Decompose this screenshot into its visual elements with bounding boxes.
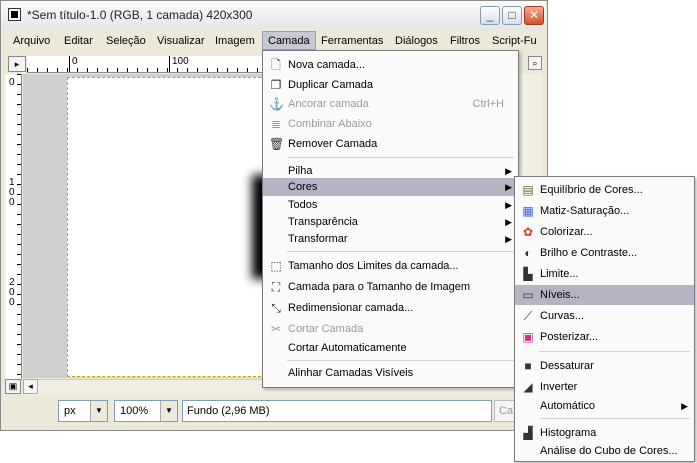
menu-dialogos[interactable]: Diálogos (395, 35, 438, 47)
menu-item-dessaturar[interactable]: ■ Dessaturar (515, 356, 694, 376)
layer-to-image-icon: ⛶ (271, 280, 281, 294)
menu-editar[interactable]: Editar (64, 35, 93, 47)
v-ruler-label-200: 200 (9, 277, 15, 308)
menu-separator (287, 157, 514, 158)
crop-icon: ✂ (270, 322, 282, 336)
menu-item-cortar-automaticamente[interactable]: Cortar Automaticamente (263, 338, 518, 358)
title-bar[interactable]: *Sem título-1.0 (RGB, 1 camada) 420x300 … (1, 1, 546, 30)
menu-item-transformar[interactable]: Transformar ▶ (263, 229, 518, 249)
colors-submenu: ▤ Equilíbrio de Cores... ▦ Matiz-Saturaç… (514, 176, 695, 462)
menu-item-alinhar-camadas[interactable]: Alinhar Camadas Visíveis (263, 363, 518, 383)
shortcut-label: Ctrl+H (472, 98, 504, 110)
menu-camada[interactable]: Camada (268, 35, 310, 47)
h-ruler-label-0: 0 (72, 56, 78, 67)
maximize-button[interactable]: □ (502, 6, 522, 25)
menu-item-combinar-abaixo[interactable]: ≣ Combinar Abaixo (263, 114, 518, 134)
threshold-icon: ▙ (523, 267, 533, 281)
menu-separator (539, 351, 690, 352)
menu-item-automatico[interactable]: Automático ▶ (515, 396, 694, 416)
menu-item-remover-camada[interactable]: 🗑 Remover Camada (263, 134, 518, 154)
status-info: Fundo (2,96 MB) (182, 400, 492, 422)
menu-item-tamanho-limites[interactable]: ⬚ Tamanho dos Limites da camada... (263, 256, 518, 276)
menu-item-curvas[interactable]: ⟋ Curvas... (515, 306, 694, 326)
menu-item-colorizar[interactable]: ✿ Colorizar... (515, 222, 694, 242)
submenu-arrow-icon: ▶ (505, 234, 512, 244)
minimize-button[interactable]: _ (480, 6, 500, 25)
app-icon[interactable] (8, 8, 21, 21)
menu-item-posterizar[interactable]: ▣ Posterizar... (515, 327, 694, 347)
layer-boundary-icon: ⬚ (270, 259, 282, 273)
zoom-value: 100% (120, 405, 149, 417)
curves-icon: ⟋ (523, 309, 533, 323)
submenu-arrow-icon: ▶ (505, 182, 512, 192)
menu-item-analise-cubo[interactable]: Análise do Cubo de Cores... (515, 441, 694, 461)
menu-selecao[interactable]: Seleção (106, 35, 146, 47)
menu-item-niveis[interactable]: ▭ Níveis... (515, 285, 694, 305)
menu-item-histograma[interactable]: ▟ Histograma (515, 423, 694, 443)
layer-menu: 🗋 Nova camada... ❐ Duplicar Camada ⚓ Anc… (262, 50, 519, 388)
unit-select[interactable]: px ▼ (58, 400, 108, 422)
brightness-contrast-icon: ◐ (524, 246, 532, 260)
h-ruler-label-100: 100 (172, 56, 189, 67)
levels-icon: ▭ (522, 288, 534, 302)
menu-item-limite[interactable]: ▙ Limite... (515, 264, 694, 284)
menu-visualizar[interactable]: Visualizar (157, 35, 205, 47)
posterize-icon: ▣ (522, 330, 534, 344)
menu-separator (539, 418, 690, 419)
histogram-icon: ▟ (523, 426, 533, 440)
menu-item-equilibrio-cores[interactable]: ▤ Equilíbrio de Cores... (515, 180, 694, 200)
menu-arquivo[interactable]: Arquivo (13, 35, 50, 47)
merge-down-icon: ≣ (270, 117, 282, 131)
new-layer-icon: 🗋 (271, 58, 281, 72)
menu-filtros[interactable]: Filtros (450, 35, 480, 47)
scroll-left-icon[interactable]: ◂ (23, 379, 38, 394)
color-balance-icon: ▤ (522, 183, 534, 197)
window-title: *Sem título-1.0 (RGB, 1 camada) 420x300 (27, 8, 253, 22)
chevron-down-icon[interactable]: ▼ (160, 401, 177, 421)
chevron-down-icon[interactable]: ▼ (90, 401, 107, 421)
menu-item-brilho-contraste[interactable]: ◐ Brilho e Contraste... (515, 243, 694, 263)
trash-icon: 🗑 (269, 137, 285, 151)
submenu-arrow-icon: ▶ (681, 401, 688, 411)
menu-separator (287, 251, 514, 252)
menu-imagem[interactable]: Imagem (215, 35, 255, 47)
menu-item-duplicar-camada[interactable]: ❐ Duplicar Camada (263, 75, 518, 95)
menu-item-camada-tamanho-imagem[interactable]: ⛶ Camada para o Tamanho de Imagem (263, 277, 518, 297)
menu-item-matiz-saturacao[interactable]: ▦ Matiz-Saturação... (515, 201, 694, 221)
close-button[interactable]: ✕ (524, 6, 544, 25)
menu-arrow-button[interactable]: ▸ (8, 56, 26, 72)
hue-saturation-icon: ▦ (522, 204, 534, 218)
zoom-select[interactable]: 100% ▼ (114, 400, 178, 422)
menu-item-inverter[interactable]: ◢ Inverter (515, 377, 694, 397)
menu-item-nova-camada[interactable]: 🗋 Nova camada... (263, 55, 518, 75)
anchor-icon: ⚓ (269, 97, 284, 111)
menu-item-cores[interactable]: Cores ▶ (263, 178, 518, 196)
vertical-ruler[interactable]: 0 100 200 (5, 74, 22, 379)
menu-item-ancorar-camada[interactable]: ⚓ Ancorar camada Ctrl+H (263, 94, 518, 114)
zoom-icon[interactable]: ⌕ (528, 56, 542, 70)
v-ruler-label-100: 100 (9, 177, 15, 208)
menu-script-fu[interactable]: Script-Fu (492, 35, 537, 47)
menu-separator (287, 360, 514, 361)
scale-layer-icon: ⤡ (271, 301, 281, 315)
menu-ferramentas[interactable]: Ferramentas (321, 35, 383, 47)
v-ruler-label-0: 0 (9, 77, 15, 88)
desaturate-icon: ■ (524, 359, 532, 373)
unit-value: px (64, 405, 76, 417)
quick-mask-icon[interactable]: ▣ (5, 379, 21, 394)
invert-icon: ◢ (523, 380, 533, 394)
colorize-icon: ✿ (522, 225, 534, 239)
duplicate-icon: ❐ (270, 78, 282, 92)
menu-item-redimensionar-camada[interactable]: ⤡ Redimensionar camada... (263, 298, 518, 318)
menu-item-cortar-camada[interactable]: ✂ Cortar Camada (263, 319, 518, 339)
